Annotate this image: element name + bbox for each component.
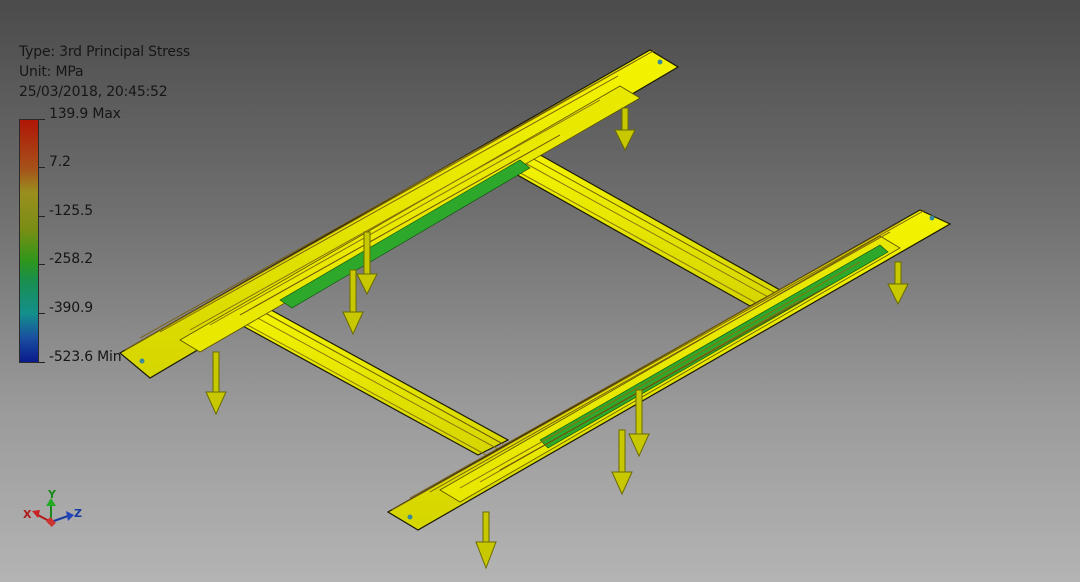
- axis-label-z: Z: [74, 507, 82, 520]
- legend-label: -390.9: [49, 300, 93, 316]
- axis-triad[interactable]: X Y Z: [18, 488, 88, 534]
- legend-tick: [39, 119, 45, 120]
- load-arrow: [887, 261, 909, 306]
- result-info-panel: Type: 3rd Principal Stress Unit: MPa 25/…: [19, 42, 190, 102]
- legend-tick: [39, 313, 45, 314]
- legend-tick: [39, 362, 45, 363]
- load-arrow: [614, 107, 636, 152]
- legend-label: -125.5: [49, 203, 93, 219]
- load-arrow: [475, 511, 497, 570]
- color-legend[interactable]: 139.9 Max 7.2 -125.5 -258.2 -390.9 -523.…: [19, 106, 122, 365]
- result-timestamp: 25/03/2018, 20:45:52: [19, 84, 168, 100]
- cross-member-front[interactable]: [230, 304, 510, 457]
- legend-tick: [39, 167, 45, 168]
- result-type: Type: 3rd Principal Stress: [19, 44, 191, 60]
- axis-label-x: X: [23, 508, 32, 521]
- legend-tick: [39, 216, 45, 217]
- legend-label-min: -523.6 Min: [49, 349, 122, 365]
- load-arrow: [611, 429, 633, 496]
- legend-label: -258.2: [49, 251, 93, 267]
- legend-label: 7.2: [49, 154, 71, 170]
- cross-member-rear[interactable]: [503, 151, 782, 307]
- legend-color-bar: [19, 119, 39, 363]
- load-arrow: [205, 351, 227, 416]
- graphics-viewport[interactable]: Type: 3rd Principal Stress Unit: MPa 25/…: [0, 0, 1080, 582]
- legend-label-max: 139.9 Max: [49, 106, 121, 122]
- result-unit: Unit: MPa: [19, 64, 84, 80]
- legend-tick: [39, 264, 45, 265]
- axis-label-y: Y: [48, 488, 56, 501]
